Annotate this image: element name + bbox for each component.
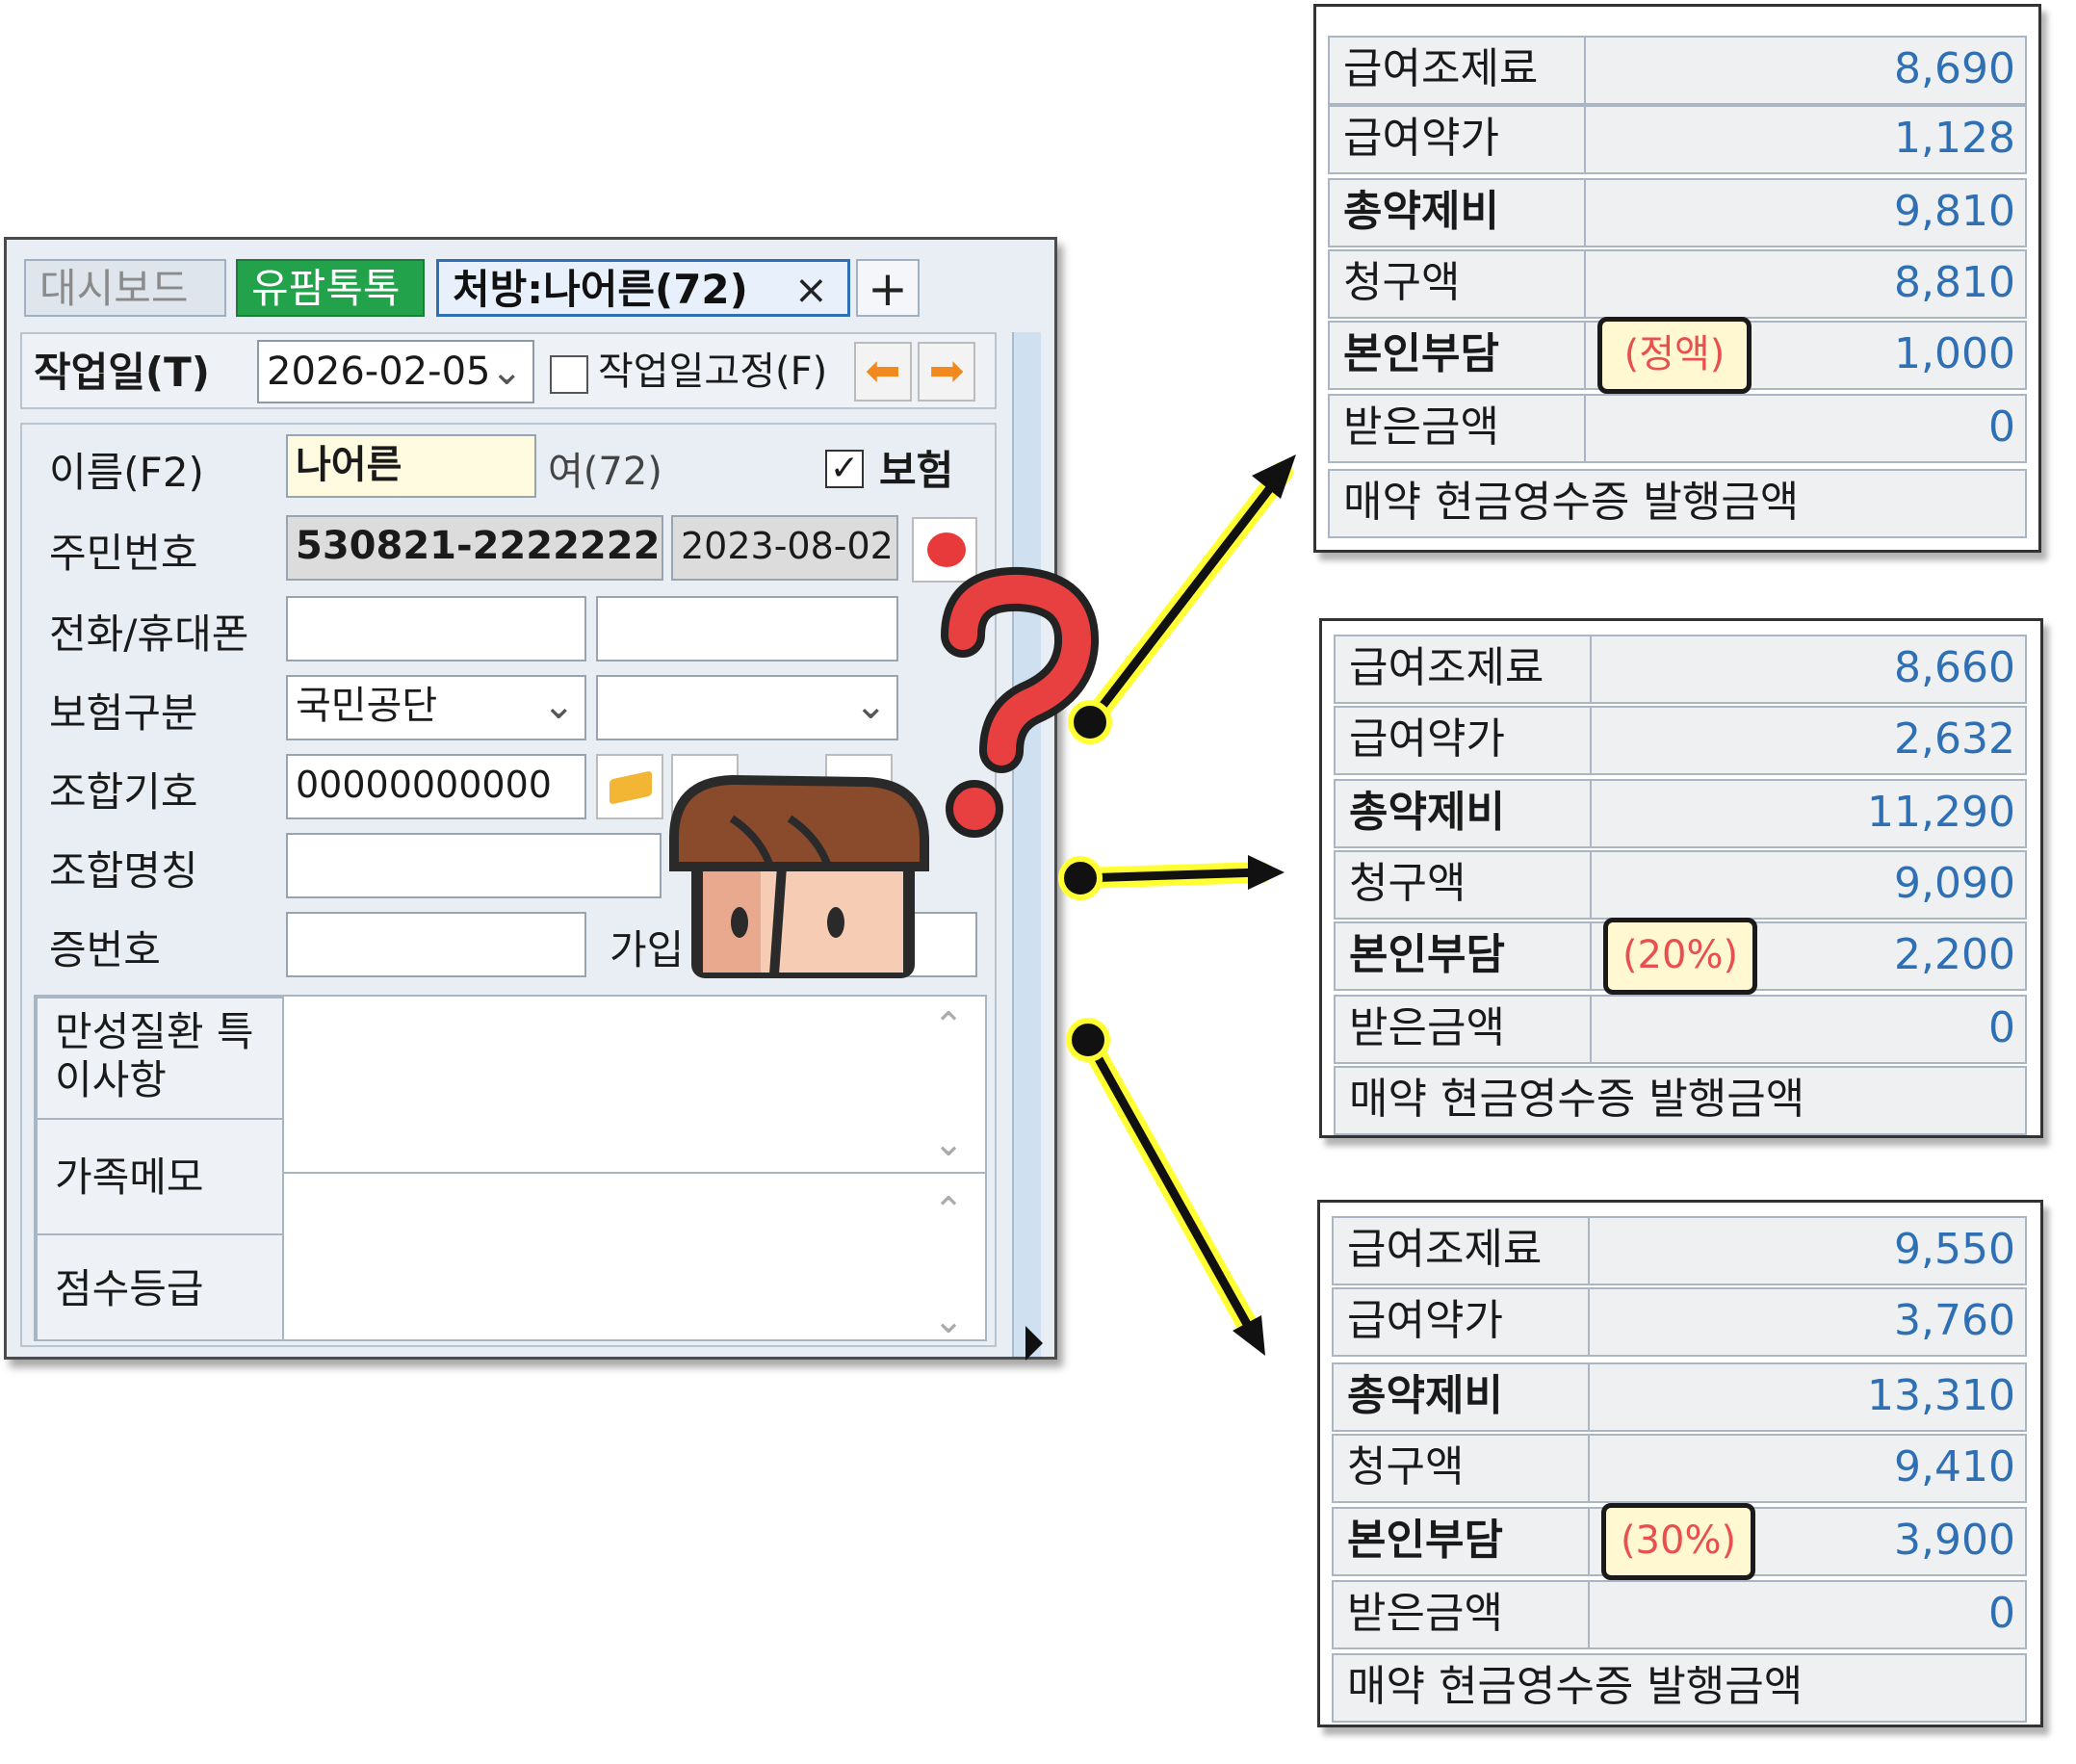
copay-type-badge: (20%) <box>1603 918 1757 995</box>
row-copay: 본인부담 (20%) 2,200 <box>1334 918 2027 995</box>
row-value: 0 <box>1988 402 2015 452</box>
row-value: 2,632 <box>1894 714 2015 764</box>
row-receipt-amount: 매약 현금영수증 발행금액 <box>1334 1066 2027 1135</box>
row-label: 본인부담 <box>1334 1509 1590 1574</box>
row-dispensing-fee: 급여조제료 8,660 <box>1334 635 2027 704</box>
row-copay: 본인부담 (정액) 1,000 <box>1328 317 2027 394</box>
row-label: 급여조제료 <box>1330 38 1586 103</box>
row-total-cost: 총약제비 13,310 <box>1332 1362 2027 1432</box>
row-dispensing-fee: 급여조제료 8,690 <box>1328 36 2027 105</box>
row-label: 총약제비 <box>1336 781 1592 846</box>
row-drug-price: 급여약가 2,632 <box>1334 706 2027 775</box>
row-label: 급여약가 <box>1336 708 1592 773</box>
payment-panel-20: 급여조제료 8,660 급여약가 2,632 총약제비 11,290 청구액 9… <box>1319 618 2043 1138</box>
arrow-to-panel-1 <box>1068 454 1296 744</box>
question-mark-icon <box>941 566 1100 838</box>
row-receipt-amount: 매약 현금영수증 발행금액 <box>1328 469 2027 538</box>
row-label: 총약제비 <box>1330 180 1586 246</box>
row-value: 13,310 <box>1867 1371 2015 1420</box>
row-copay: 본인부담 (30%) 3,900 <box>1332 1503 2027 1580</box>
row-value: 2,200 <box>1894 930 2015 979</box>
row-label: 매약 현금영수증 발행금액 <box>1343 478 1800 527</box>
row-label: 매약 현금영수증 발행금액 <box>1349 1075 1805 1124</box>
payment-panel-fixed: 급여조제료 8,690 급여약가 1,128 총약제비 9,810 청구액 8,… <box>1313 4 2041 553</box>
row-dispensing-fee: 급여조제료 9,550 <box>1332 1216 2027 1285</box>
row-label: 청구액 <box>1336 852 1592 918</box>
row-label: 받은금액 <box>1330 396 1586 461</box>
row-claim: 청구액 8,810 <box>1328 249 2027 319</box>
row-drug-price: 급여약가 1,128 <box>1328 105 2027 174</box>
row-label: 매약 현금영수증 발행금액 <box>1347 1662 1804 1711</box>
row-value: 0 <box>1988 1589 2015 1638</box>
arrow-to-panel-2 <box>1058 855 1285 900</box>
row-value: 8,660 <box>1894 643 2015 692</box>
row-label: 본인부담 <box>1330 323 1586 388</box>
row-label: 급여약가 <box>1334 1289 1590 1355</box>
row-value: 1,128 <box>1894 114 2015 163</box>
row-value: 9,550 <box>1894 1225 2015 1274</box>
row-received: 받은금액 0 <box>1328 394 2027 463</box>
row-value: 11,290 <box>1867 788 2015 837</box>
row-value: 9,410 <box>1894 1442 2015 1492</box>
row-label: 본인부담 <box>1336 923 1592 989</box>
row-label: 받은금액 <box>1334 1582 1590 1647</box>
row-value: 8,690 <box>1894 44 2015 93</box>
row-label: 청구액 <box>1334 1436 1590 1501</box>
row-value: 9,090 <box>1894 859 2015 908</box>
row-receipt-amount: 매약 현금영수증 발행금액 <box>1332 1653 2027 1723</box>
row-total-cost: 총약제비 9,810 <box>1328 178 2027 247</box>
row-claim: 청구액 9,410 <box>1332 1434 2027 1503</box>
row-drug-price: 급여약가 3,760 <box>1332 1287 2027 1357</box>
arrow-to-panel-3 <box>1066 1018 1265 1356</box>
row-value: 1,000 <box>1894 329 2015 378</box>
row-value: 0 <box>1988 1003 2015 1052</box>
row-value: 3,900 <box>1894 1516 2015 1565</box>
row-label: 총약제비 <box>1334 1364 1590 1430</box>
payment-panel-30: 급여조제료 9,550 급여약가 3,760 총약제비 13,310 청구액 9… <box>1317 1200 2043 1727</box>
row-label: 받은금액 <box>1336 997 1592 1062</box>
copay-type-badge: (정액) <box>1597 317 1752 394</box>
row-claim: 청구액 9,090 <box>1334 850 2027 920</box>
copay-type-badge: (30%) <box>1601 1503 1755 1580</box>
row-label: 청구액 <box>1330 251 1586 317</box>
row-value: 9,810 <box>1894 187 2015 236</box>
arrows <box>1058 454 1296 1356</box>
row-total-cost: 총약제비 11,290 <box>1334 779 2027 848</box>
row-label: 급여조제료 <box>1336 636 1592 702</box>
row-received: 받은금액 0 <box>1332 1580 2027 1649</box>
row-received: 받은금액 0 <box>1334 995 2027 1064</box>
row-label: 급여약가 <box>1330 107 1586 172</box>
peeking-character-icon <box>669 774 929 978</box>
row-label: 급여조제료 <box>1334 1218 1590 1284</box>
row-value: 8,810 <box>1894 258 2015 307</box>
row-value: 3,760 <box>1894 1296 2015 1345</box>
